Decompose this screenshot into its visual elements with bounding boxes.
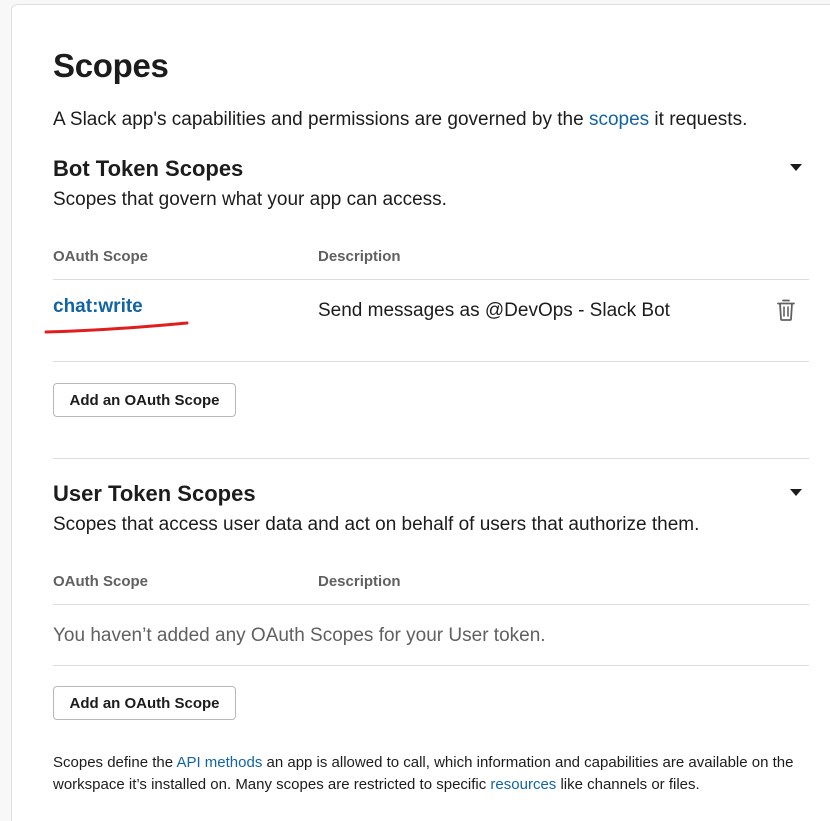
scope-description: Send messages as @DevOps - Slack Bot <box>318 300 670 321</box>
add-bot-oauth-scope-button[interactable]: Add an OAuth Scope <box>53 383 236 417</box>
red-annotation-underline <box>44 321 189 334</box>
resources-link[interactable]: resources <box>490 776 556 793</box>
scopes-link[interactable]: scopes <box>589 109 649 130</box>
bot-token-scopes-subtitle: Scopes that govern what your app can acc… <box>53 189 447 210</box>
divider <box>53 279 809 280</box>
section-divider <box>53 458 809 459</box>
bot-token-scopes-title: Bot Token Scopes <box>53 156 244 181</box>
column-header-oauth-scope: OAuth Scope <box>53 573 149 590</box>
column-header-description: Description <box>318 573 401 590</box>
footer-note: Scopes define the API methods an app is … <box>53 752 813 796</box>
user-token-scopes-subtitle: Scopes that access user data and act on … <box>53 514 700 535</box>
add-user-oauth-scope-button[interactable]: Add an OAuth Scope <box>53 686 236 720</box>
scope-name-chat-write[interactable]: chat:write <box>53 295 143 319</box>
intro-text-end: it requests. <box>649 109 748 130</box>
column-header-oauth-scope: OAuth Scope <box>53 248 149 265</box>
caret-down-icon[interactable] <box>790 164 802 171</box>
empty-scopes-message: You haven’t added any OAuth Scopes for y… <box>53 625 546 646</box>
divider <box>53 665 809 666</box>
page-title: Scopes <box>53 47 169 84</box>
footer-text-3: like channels or files. <box>556 776 700 793</box>
user-token-scopes-title: User Token Scopes <box>53 481 256 506</box>
intro-text: A Slack app's capabilities and permissio… <box>53 108 747 132</box>
divider <box>53 604 809 605</box>
api-methods-link[interactable]: API methods <box>176 754 262 771</box>
column-header-description: Description <box>318 248 401 265</box>
caret-down-icon[interactable] <box>790 489 802 496</box>
divider <box>53 361 809 362</box>
intro-text-start: A Slack app's capabilities and permissio… <box>53 109 589 130</box>
trash-icon[interactable] <box>776 298 796 322</box>
footer-text-1: Scopes define the <box>53 754 177 771</box>
